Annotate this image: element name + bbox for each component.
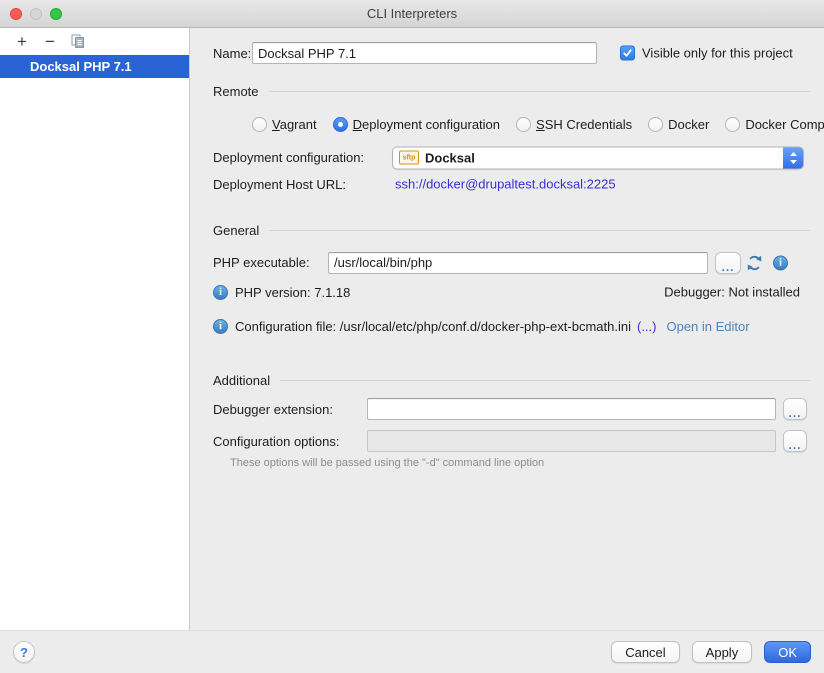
remove-interpreter-button[interactable]: − <box>40 32 60 52</box>
remote-section-label: Remote <box>213 84 259 99</box>
deployment-configuration-select[interactable]: sftp Docksal <box>392 146 804 169</box>
configuration-options-label: Configuration options: <box>213 434 339 449</box>
additional-section-header: Additional <box>190 372 824 388</box>
deployment-configuration-label: Deployment configuration: <box>213 150 364 165</box>
radio-vagrant[interactable]: Vagrant <box>252 117 317 132</box>
name-input[interactable] <box>252 42 597 64</box>
deployment-configuration-value: Docksal <box>425 150 784 165</box>
interpreter-list: Docksal PHP 7.1 <box>0 55 189 78</box>
browse-debugger-extension-button[interactable]: ... <box>783 398 807 420</box>
debugger-extension-row: Debugger extension: ... <box>190 398 824 420</box>
reload-phpinfo-icon[interactable] <box>746 254 763 271</box>
close-window-button[interactable] <box>10 8 22 20</box>
settings-panel: Name: Visible only for this project Remo… <box>190 28 824 630</box>
info-icon: i <box>213 285 228 300</box>
radio-ssh-credentials[interactable]: SSH Credentials <box>516 117 632 132</box>
section-rule <box>269 91 810 92</box>
duplicate-interpreter-icon[interactable] <box>68 32 88 52</box>
general-section-label: General <box>213 223 259 238</box>
section-rule <box>269 230 810 231</box>
zoom-window-button[interactable] <box>50 8 62 20</box>
radio-docker-compose[interactable]: Docker Compose <box>725 117 824 132</box>
additional-section-label: Additional <box>213 373 270 388</box>
dialog-footer: ? Cancel Apply OK <box>0 630 824 673</box>
cli-interpreters-dialog: CLI Interpreters + − Docksal PHP 7.1 <box>0 0 824 673</box>
configuration-file-text: Configuration file: /usr/local/etc/php/c… <box>235 319 631 334</box>
php-executable-label: PHP executable: <box>213 255 310 270</box>
radio-circle <box>725 117 740 132</box>
php-version-row: i PHP version: 7.1.18 Debugger: Not inst… <box>190 284 824 300</box>
popup-chevrons-icon <box>783 146 804 169</box>
radio-circle <box>648 117 663 132</box>
name-label: Name: <box>213 46 251 61</box>
remote-section-header: Remote <box>190 83 824 99</box>
interpreter-list-panel: + − Docksal PHP 7.1 <box>0 28 190 630</box>
expand-config-paths-link[interactable]: (...) <box>637 319 657 334</box>
deployment-host-url-label: Deployment Host URL: <box>213 177 346 192</box>
configuration-options-input <box>367 430 776 452</box>
radio-circle-selected <box>333 117 348 132</box>
deployment-configuration-row: Deployment configuration: sftp Docksal <box>190 146 824 169</box>
options-note-text: These options will be passed using the "… <box>230 457 544 469</box>
deployment-host-url-link[interactable]: ssh://docker@drupaltest.docksal:2225 <box>395 177 616 192</box>
browse-configuration-options-button[interactable]: ... <box>783 430 807 452</box>
php-version-text: PHP version: 7.1.18 <box>235 285 350 300</box>
checkmark-icon <box>622 48 633 59</box>
visible-only-checkbox[interactable]: Visible only for this project <box>620 46 793 61</box>
window-title: CLI Interpreters <box>367 6 457 21</box>
checkbox-box <box>620 46 635 61</box>
options-note-row: These options will be passed using the "… <box>190 456 824 470</box>
traffic-lights <box>10 0 62 28</box>
ok-button[interactable]: OK <box>764 641 811 663</box>
minimize-window-button <box>30 8 42 20</box>
add-interpreter-button[interactable]: + <box>12 32 32 52</box>
deployment-host-url-row: Deployment Host URL: ssh://docker@drupal… <box>190 176 824 192</box>
list-item-interpreter[interactable]: Docksal PHP 7.1 <box>0 55 189 78</box>
open-in-editor-link[interactable]: Open in Editor <box>666 319 749 334</box>
cancel-button[interactable]: Cancel <box>611 641 679 663</box>
name-row: Name: Visible only for this project <box>190 42 824 64</box>
browse-php-executable-button[interactable]: ... <box>715 252 741 274</box>
php-executable-input[interactable] <box>328 252 708 274</box>
checkbox-label: Visible only for this project <box>642 46 793 61</box>
debugger-extension-input[interactable] <box>367 398 776 420</box>
general-section-header: General <box>190 222 824 238</box>
radio-circle <box>252 117 267 132</box>
show-phpinfo-icon[interactable]: i <box>773 255 788 270</box>
php-executable-row: PHP executable: ... i <box>190 251 824 274</box>
help-button[interactable]: ? <box>13 641 35 663</box>
radio-circle <box>516 117 531 132</box>
list-toolbar: + − <box>0 28 189 55</box>
list-item-label: Docksal PHP 7.1 <box>30 59 132 74</box>
debugger-extension-label: Debugger extension: <box>213 402 333 417</box>
radio-deployment-configuration[interactable]: Deployment configuration <box>333 117 500 132</box>
remote-type-radios: Vagrant Deployment configuration SSH Cre… <box>252 116 824 132</box>
radio-docker[interactable]: Docker <box>648 117 709 132</box>
title-bar[interactable]: CLI Interpreters <box>0 0 824 28</box>
apply-button[interactable]: Apply <box>692 641 753 663</box>
section-rule <box>280 380 810 381</box>
configuration-file-row: i Configuration file: /usr/local/etc/php… <box>190 318 824 334</box>
debugger-status-text: Debugger: Not installed <box>664 285 800 300</box>
info-icon: i <box>213 319 228 334</box>
configuration-options-row: Configuration options: ... <box>190 430 824 452</box>
sftp-icon: sftp <box>399 151 419 165</box>
